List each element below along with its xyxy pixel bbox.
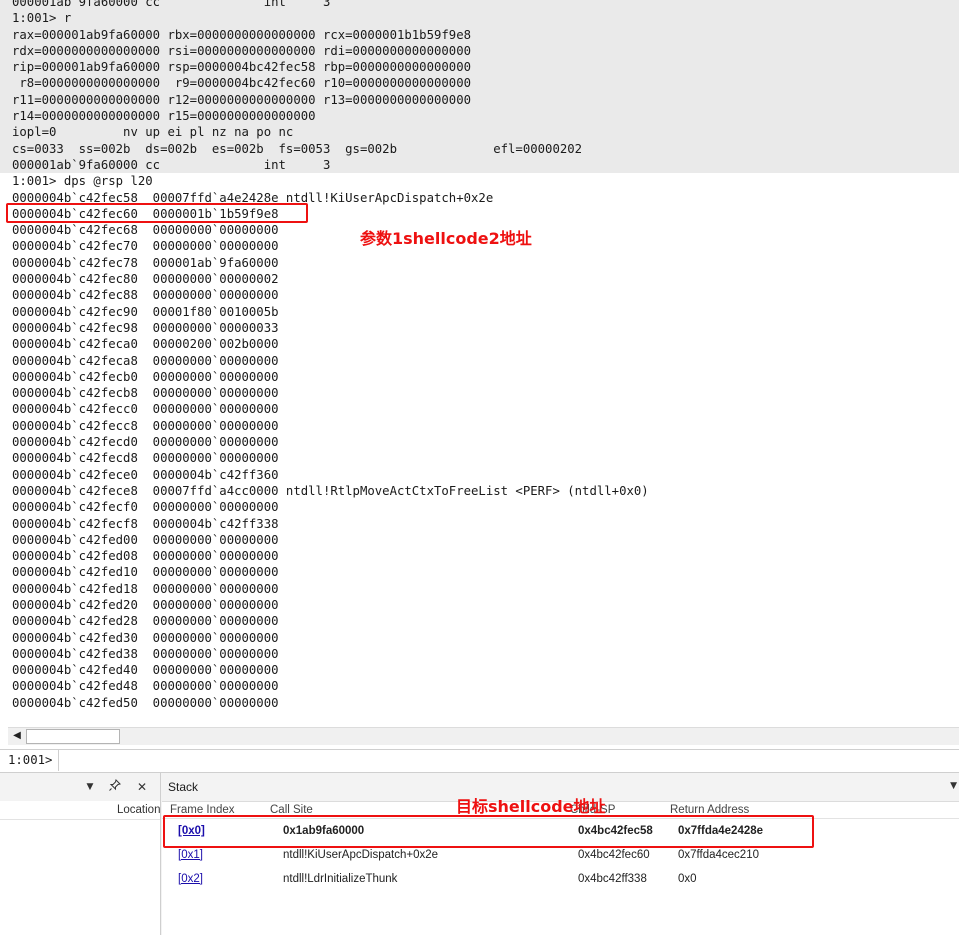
command-line: 0000004b`c42feca8 00000000`00000000 (12, 353, 279, 368)
chevron-down-icon[interactable]: ▼ (82, 779, 98, 795)
command-line: 0000004b`c42fed20 00000000`00000000 (12, 597, 279, 612)
command-line: 0000004b`c42fec98 00000000`00000033 (12, 320, 279, 335)
command-line: rdx=0000000000000000 rsi=000000000000000… (0, 42, 959, 60)
command-line: r14=0000000000000000 r15=000000000000000… (0, 108, 959, 125)
child-sp: 0x4bc42ff338 (578, 873, 647, 885)
command-line: 0000004b`c42fed18 00000000`00000000 (12, 581, 279, 596)
command-line: r11=0000000000000000 r12=000000000000000… (0, 91, 959, 109)
command-line: 0000004b`c42fec80 00000000`00000002 (12, 272, 279, 287)
chevron-down-icon[interactable]: ▼ (950, 781, 957, 791)
command-line: rip=000001ab9fa60000 rsp=0000004bc42fec5… (0, 59, 959, 76)
frame-index-link[interactable]: [0x2] (178, 873, 203, 885)
command-line: iopl=0 nv up ei pl nz na po nc (0, 124, 959, 141)
target-annotation: 目标shellcode地址 (456, 797, 606, 816)
command-line: 0000004b`c42fed00 00000000`00000000 (12, 532, 279, 547)
command-line: 1:001> dps @rsp l20 (12, 174, 153, 189)
command-input[interactable] (58, 750, 959, 771)
command-line: 0000004b`c42fed10 00000000`00000000 (12, 565, 279, 580)
locals-panel: ▼ ✕ Location (0, 773, 161, 935)
command-line: 0000004b`c42fecf8 0000004b`c42ff338 (12, 516, 279, 531)
call-site: ntdll!LdrInitializeThunk (283, 873, 398, 885)
location-column-header[interactable]: Location (0, 801, 160, 820)
command-line: 0000004b`c42fed08 00000000`00000000 (12, 549, 279, 564)
return-address: 0x7ffda4cec210 (678, 849, 759, 861)
command-input-row: 1:001> (0, 749, 959, 773)
command-line: 0000004b`c42fec78 000001ab`9fa60000 (12, 255, 279, 270)
target-highlight-box (163, 815, 814, 848)
param-annotation: 参数1shellcode2地址 (360, 229, 532, 248)
command-line: 1:001> r (0, 10, 959, 27)
command-line: 0000004b`c42fed48 00000000`00000000 (12, 679, 279, 694)
command-line: 0000004b`c42fecb0 00000000`00000000 (12, 369, 279, 384)
scroll-thumb[interactable] (26, 729, 120, 744)
location-header-label: Location (117, 804, 161, 816)
command-line: 000001ab`9fa60000 cc int 3 (0, 156, 959, 174)
command-line: 0000004b`c42fece8 00007ffd`a4cc0000 ntdl… (12, 483, 649, 498)
stack-row[interactable]: [0x2] ntdll!LdrInitializeThunk 0x4bc42ff… (162, 868, 959, 892)
call-site: ntdll!KiUserApcDispatch+0x2e (283, 849, 439, 861)
return-address: 0x0 (678, 873, 697, 885)
command-line: 0000004b`c42fece0 0000004b`c42ff360 (12, 467, 279, 482)
command-line: cs=0033 ss=002b ds=002b es=002b fs=0053 … (0, 140, 959, 157)
command-line: 0000004b`c42fed28 00000000`00000000 (12, 614, 279, 629)
pin-icon[interactable] (107, 779, 123, 795)
command-lines: 000001ab`9fa60000 cc int 3 1:001> r rax=00… (0, 0, 959, 711)
command-line: 0000004b`c42fecf0 00000000`00000000 (12, 500, 279, 515)
frame-index-link[interactable]: [0x1] (178, 849, 203, 861)
locals-toolbar: ▼ ✕ (0, 773, 160, 801)
command-line: 0000004b`c42fecd0 00000000`00000000 (12, 435, 279, 450)
stack-title: Stack (168, 780, 199, 794)
command-line: 0000004b`c42fec90 00001f80`0010005b (12, 304, 279, 319)
scroll-left-icon[interactable]: ◀ (10, 729, 24, 743)
horizontal-scrollbar[interactable]: ◀ (8, 727, 959, 745)
command-line: 0000004b`c42feca0 00000200`002b0000 (12, 337, 279, 352)
command-line: 0000004b`c42fecd8 00000000`00000000 (12, 451, 279, 466)
child-sp: 0x4bc42fec60 (578, 849, 650, 861)
command-line: 0000004b`c42fed30 00000000`00000000 (12, 630, 279, 645)
command-line: 0000004b`c42fecb8 00000000`00000000 (12, 386, 279, 401)
command-line: 0000004b`c42fed38 00000000`00000000 (12, 646, 279, 661)
command-line: 0000004b`c42fed40 00000000`00000000 (12, 663, 279, 678)
command-line: 0000004b`c42fecc0 00000000`00000000 (12, 402, 279, 417)
param-highlight-box (6, 203, 308, 223)
prompt-label: 1:001> (8, 753, 53, 767)
close-icon[interactable]: ✕ (134, 779, 150, 795)
command-line: 0000004b`c42fecc8 00000000`00000000 (12, 418, 279, 433)
command-line: 0000004b`c42fed50 00000000`00000000 (12, 695, 279, 710)
command-line: r8=0000000000000000 r9=0000004bc42fec60 … (0, 75, 959, 92)
command-line: 000001ab`9fa60000 cc int 3 (0, 0, 959, 11)
command-line: 0000004b`c42fec88 00000000`00000000 (12, 288, 279, 303)
command-line: rax=000001ab9fa60000 rbx=000000000000000… (0, 26, 959, 43)
command-output: 000001ab`9fa60000 cc int 3 1:001> r rax=00… (0, 0, 959, 745)
